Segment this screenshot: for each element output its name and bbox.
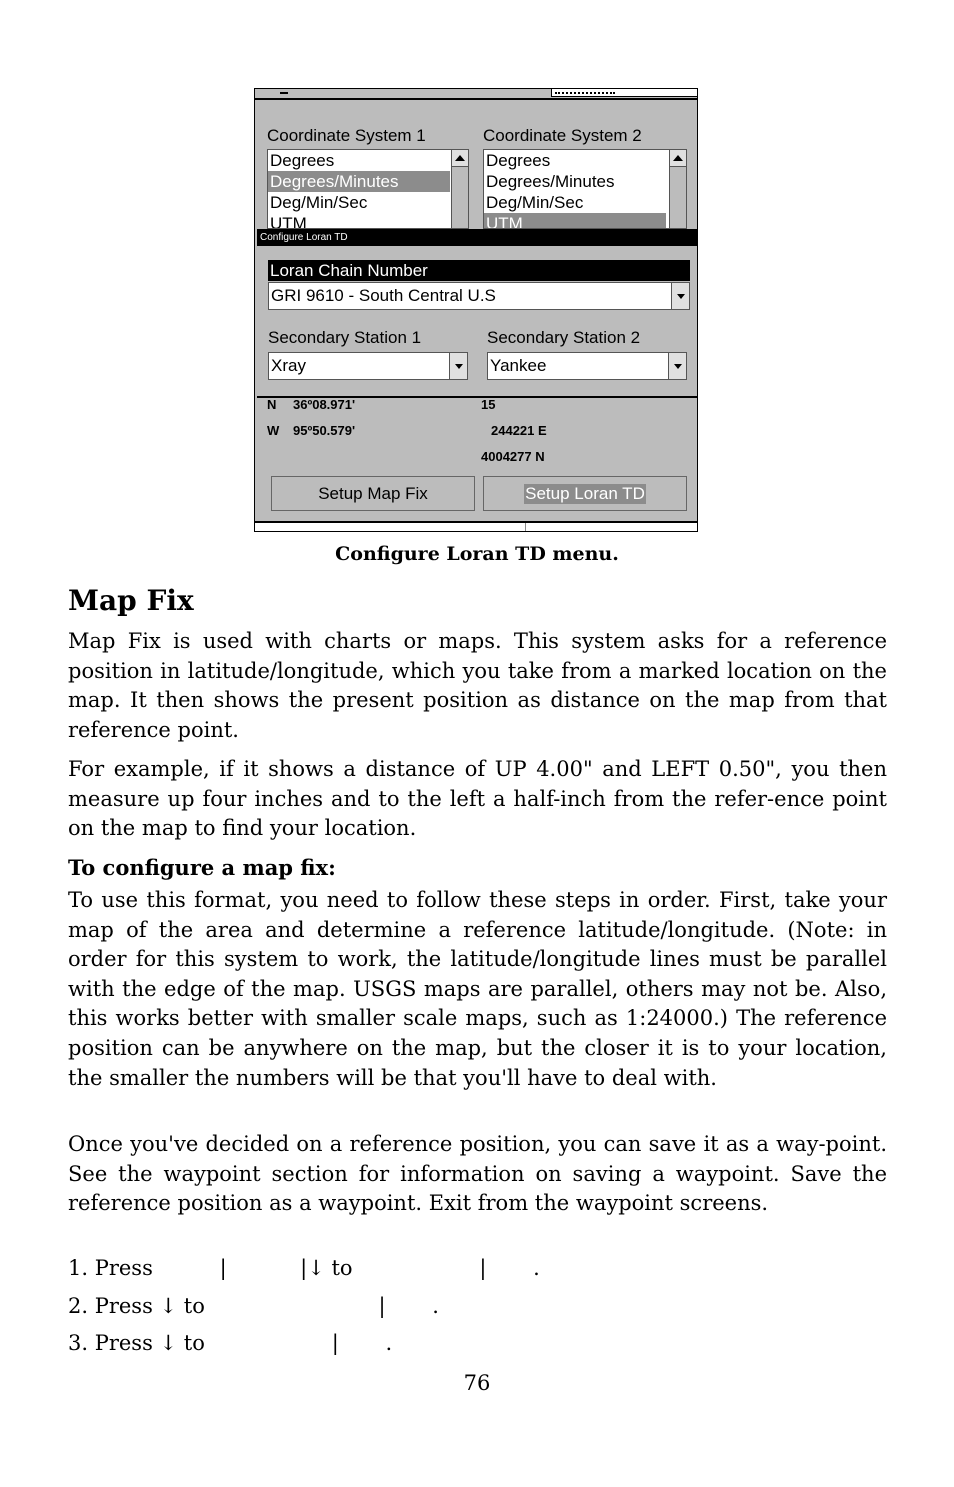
- dialog-title: Configure Loran TD: [257, 229, 697, 246]
- setup-map-fix-label: Setup Map Fix: [318, 483, 428, 503]
- arrow-up-icon: [673, 155, 683, 161]
- status-field: [551, 89, 697, 97]
- secondary-station-2-dropdown[interactable]: Yankee: [487, 352, 687, 380]
- scroll-up-button[interactable]: [452, 150, 468, 167]
- paragraph: Once you've decided on a reference posit…: [68, 1132, 887, 1216]
- loran-chain-label: Loran Chain Number: [268, 260, 690, 281]
- utm-easting: 244221 E: [491, 423, 547, 438]
- list-item[interactable]: Deg/Min/Sec: [268, 192, 450, 213]
- setup-map-fix-button[interactable]: Setup Map Fix: [271, 476, 475, 511]
- utm-zone: 15: [481, 397, 496, 412]
- list-item-selected[interactable]: UTM: [484, 213, 666, 228]
- configure-loran-dialog: Loran Chain Number GRI 9610 - South Cent…: [257, 246, 697, 398]
- dropdown-button[interactable]: [668, 353, 686, 379]
- coord-system-1-label: Coordinate System 1: [267, 126, 426, 145]
- step-3: 3. Press ↓ to | .: [68, 1331, 393, 1355]
- chevron-down-icon: [673, 363, 682, 369]
- setup-loran-td-label: Setup Loran TD: [524, 483, 646, 504]
- secondary-station-2-value: Yankee: [490, 356, 547, 375]
- secondary-station-1-value: Xray: [271, 356, 306, 375]
- subheading: To configure a map fix:: [68, 855, 336, 880]
- page-number: 76: [463, 1371, 491, 1395]
- scrollbar[interactable]: [669, 150, 686, 228]
- scroll-up-button[interactable]: [670, 150, 686, 167]
- latitude-hemisphere: N: [267, 397, 277, 412]
- dropdown-button[interactable]: [671, 283, 689, 309]
- bottom-status-bar: [255, 521, 697, 531]
- latitude-value: 36º08.971': [293, 397, 356, 412]
- utm-northing: 4004277 N: [481, 449, 545, 464]
- figure-caption: Configure Loran TD menu.: [335, 543, 619, 565]
- paragraph: To use this format, you need to follow t…: [68, 888, 887, 1090]
- longitude-hemisphere: W: [267, 423, 280, 438]
- coord-system-2-label: Coordinate System 2: [483, 126, 642, 145]
- coord-system-1-list[interactable]: Degrees Degrees/Minutes Deg/Min/Sec UTM: [267, 149, 469, 229]
- list-item[interactable]: UTM: [268, 213, 450, 228]
- list-item[interactable]: Degrees: [484, 150, 666, 171]
- coord-system-2-list[interactable]: Degrees Degrees/Minutes Deg/Min/Sec UTM: [483, 149, 687, 229]
- section-heading: Map Fix: [68, 584, 194, 617]
- list-item[interactable]: Deg/Min/Sec: [484, 192, 666, 213]
- step-2: 2. Press ↓ to | .: [68, 1294, 439, 1318]
- paragraph: Map Fix is used with charts or maps. Thi…: [68, 629, 887, 742]
- secondary-station-1-dropdown[interactable]: Xray: [268, 352, 468, 380]
- loran-chain-value: GRI 9610 - South Central U.S: [271, 286, 496, 305]
- chevron-down-icon: [676, 293, 685, 299]
- step-1: 1. Press | |↓ to | .: [68, 1256, 540, 1280]
- secondary-station-1-label: Secondary Station 1: [268, 328, 422, 347]
- device-screenshot: Coordinate System 1 Coordinate System 2 …: [254, 88, 698, 532]
- list-item[interactable]: Degrees: [268, 150, 450, 171]
- arrow-up-icon: [455, 155, 465, 161]
- longitude-value: 95º50.579': [293, 423, 356, 438]
- scrollbar[interactable]: [451, 150, 468, 228]
- status-bar: [255, 89, 697, 100]
- loran-chain-dropdown[interactable]: GRI 9610 - South Central U.S: [268, 282, 690, 310]
- list-item[interactable]: Degrees/Minutes: [484, 171, 666, 192]
- paragraph: For example, if it shows a distance of U…: [68, 757, 887, 841]
- setup-loran-td-button[interactable]: Setup Loran TD: [483, 476, 687, 511]
- chevron-down-icon: [454, 363, 463, 369]
- list-item-selected[interactable]: Degrees/Minutes: [268, 171, 450, 192]
- secondary-station-2-label: Secondary Station 2: [487, 328, 641, 347]
- dropdown-button[interactable]: [449, 353, 467, 379]
- status-indicator: [280, 92, 288, 94]
